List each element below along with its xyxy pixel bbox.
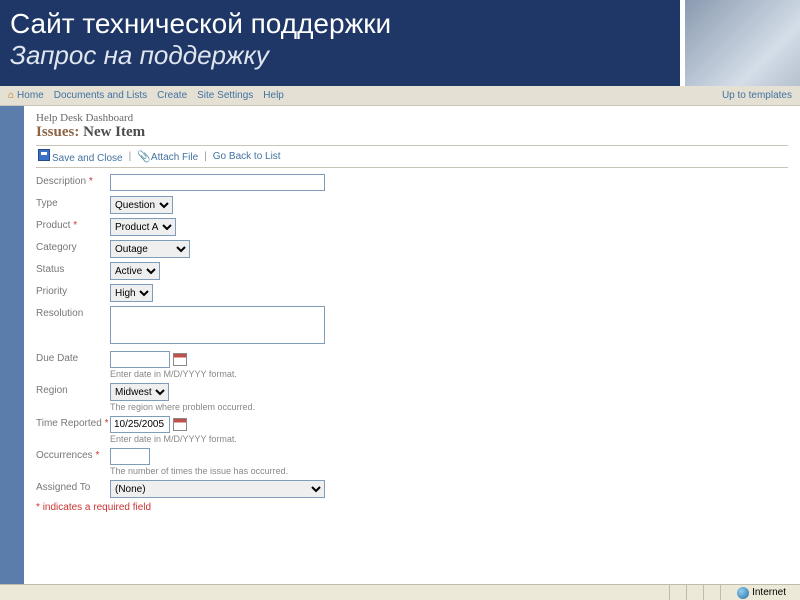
- product-select[interactable]: Product A: [110, 218, 176, 236]
- dashboard-title: Help Desk Dashboard: [36, 112, 788, 124]
- main-column: Help Desk Dashboard Issues: New Item Sav…: [24, 106, 800, 584]
- category-select[interactable]: Outage: [110, 240, 190, 258]
- type-select[interactable]: Question: [110, 196, 173, 214]
- page-title: Issues: New Item: [36, 124, 788, 141]
- label-description: Description: [36, 176, 86, 187]
- form: Description * TypeQuestion Product *Prod…: [36, 174, 788, 513]
- nav-create[interactable]: Create: [157, 90, 187, 101]
- command-bar: Save and Close | 📎Attach File | Go Back …: [36, 145, 788, 168]
- save-icon: [38, 149, 50, 161]
- priority-select[interactable]: High: [110, 284, 153, 302]
- assigned-select[interactable]: (None): [110, 480, 325, 498]
- nav-home[interactable]: Home: [17, 90, 44, 101]
- region-select[interactable]: Midwest: [110, 383, 169, 401]
- paperclip-icon: 📎: [137, 151, 151, 163]
- hint-occurrences: The number of times the issue has occurr…: [110, 466, 788, 476]
- description-input[interactable]: [110, 174, 325, 191]
- slide-title: Сайт технической поддержки: [10, 8, 790, 40]
- label-assigned: Assigned To: [36, 480, 110, 493]
- content-area: Help Desk Dashboard Issues: New Item Sav…: [0, 106, 800, 584]
- label-type: Type: [36, 196, 110, 209]
- nav-settings[interactable]: Site Settings: [197, 90, 253, 101]
- label-region: Region: [36, 383, 110, 396]
- calendar-icon[interactable]: [173, 418, 187, 431]
- site-nav-bar: ⌂ Home Documents and Lists Create Site S…: [0, 86, 800, 106]
- label-category: Category: [36, 240, 110, 253]
- home-icon: ⌂: [8, 90, 14, 101]
- hint-time-reported: Enter date in M/D/YYYY format.: [110, 434, 788, 444]
- label-resolution: Resolution: [36, 306, 110, 319]
- resolution-textarea[interactable]: [110, 306, 325, 344]
- status-select[interactable]: Active: [110, 262, 160, 280]
- left-nav-column: [0, 106, 24, 584]
- nav-help[interactable]: Help: [263, 90, 284, 101]
- attach-file-button[interactable]: 📎Attach File: [137, 150, 198, 163]
- label-priority: Priority: [36, 284, 110, 297]
- label-product: Product: [36, 220, 70, 231]
- label-time-reported: Time Reported: [36, 418, 102, 429]
- time-reported-input[interactable]: [110, 416, 170, 433]
- label-status: Status: [36, 262, 110, 275]
- due-date-input[interactable]: [110, 351, 170, 368]
- label-due: Due Date: [36, 351, 110, 364]
- required-note: * indicates a required field: [36, 502, 788, 513]
- hint-due: Enter date in M/D/YYYY format.: [110, 369, 788, 379]
- calendar-icon[interactable]: [173, 353, 187, 366]
- status-bar: Internet: [0, 584, 800, 600]
- nav-up[interactable]: Up to templates: [722, 90, 792, 101]
- hint-region: The region where problem occurred.: [110, 402, 788, 412]
- go-back-list-button[interactable]: Go Back to List: [213, 151, 281, 162]
- globe-icon: [737, 587, 749, 599]
- nav-docs[interactable]: Documents and Lists: [54, 90, 147, 101]
- save-close-button[interactable]: Save and Close: [38, 149, 123, 164]
- occurrences-input[interactable]: [110, 448, 150, 465]
- slide-subtitle: Запрос на поддержку: [10, 40, 790, 71]
- label-occurrences: Occurrences: [36, 450, 93, 461]
- zone-internet: Internet: [737, 587, 796, 599]
